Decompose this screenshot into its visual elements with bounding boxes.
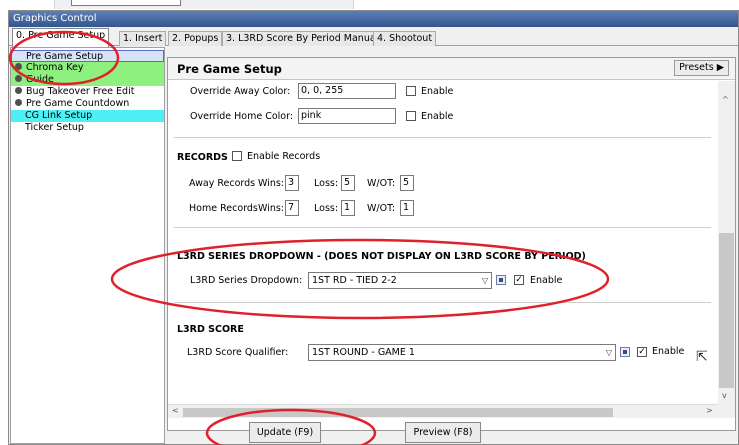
away-loss-label: Loss: [314,178,339,189]
vertical-scroll-thumb[interactable] [719,233,734,388]
away-wot-label: W/OT: [367,178,396,189]
score-heading: L3RD SCORE [177,324,244,335]
chevron-down-icon: ▽ [481,276,488,285]
away-color-enable-checkbox[interactable] [406,86,416,96]
horizontal-scrollbar[interactable]: < > [168,404,718,418]
divider [174,302,711,303]
sidebar-item-ticker-setup[interactable]: Ticker Setup [11,122,164,134]
chevron-down-icon: ▽ [605,348,612,357]
enable-records-checkbox[interactable] [232,151,242,161]
score-clear-icon[interactable] [620,347,630,357]
sidebar-item-cg-link-setup[interactable]: CG Link Setup [11,110,164,122]
home-color-enable-checkbox[interactable] [406,111,416,121]
override-away-color-input[interactable]: 0, 0, 255 [298,83,396,99]
sidebar-item-pre-game-countdown[interactable]: Pre Game Countdown [11,98,164,110]
away-wins-input[interactable]: 3 [285,175,299,191]
status-dot-icon [15,63,22,70]
home-wot-label: W/OT: [367,203,396,214]
background-window-fragment [54,0,354,9]
series-dropdown[interactable]: 1ST RD - TIED 2-2 ▽ [308,272,492,289]
panel-header: Pre Game Setup Presets ▶ [168,58,735,80]
enable-records-label: Enable Records [247,151,321,162]
tab-l3rd-score-by-period[interactable]: 3. L3RD Score By Period Manual [222,31,383,46]
series-dropdown-label: L3RD Series Dropdown: [190,275,303,286]
score-enable-label: Enable [652,346,685,357]
preview-button[interactable]: Preview (F8) [405,422,481,443]
score-qualifier-dropdown[interactable]: 1ST ROUND - GAME 1 ▽ [308,344,616,361]
divider [174,227,711,228]
home-wins-label: Wins: [258,203,284,214]
sidebar-item-label: Guide [26,74,54,85]
sidebar-item-chroma-key[interactable]: Chroma Key [11,62,164,74]
series-heading: L3RD SERIES DROPDOWN - (DOES NOT DISPLAY… [177,251,586,262]
override-away-color-label: Override Away Color: [190,86,291,97]
series-enable-label: Enable [530,275,563,286]
divider [174,137,711,138]
sidebar-item-label: Chroma Key [26,62,84,73]
away-wot-input[interactable]: 5 [400,175,414,191]
panel-title: Pre Game Setup [177,62,282,76]
horizontal-scroll-thumb[interactable] [183,408,613,417]
sidebar-item-label: Ticker Setup [25,122,84,133]
presets-label: Presets [679,62,714,73]
sidebar-item-label: Pre Game Setup [26,51,104,62]
scroll-down-icon[interactable]: v [722,391,727,400]
records-heading: RECORDS [177,152,228,163]
settings-panel: Pre Game Setup Presets ▶ Override Away C… [167,57,736,431]
sidebar-item-bug-takeover[interactable]: Bug Takeover Free Edit [11,86,164,98]
away-records-label: Away Records [189,178,256,189]
mouse-cursor-icon: ⇱ [696,349,708,365]
window-title: Graphics Control [13,13,97,24]
score-qualifier-label: L3RD Score Qualifier: [187,347,289,358]
series-dropdown-value: 1ST RD - TIED 2-2 [312,275,397,286]
tab-bar: 1. Insert 2. Popups 3. L3RD Score By Per… [9,27,738,47]
sidebar-item-label: Pre Game Countdown [26,98,130,109]
background-field-fragment [71,0,181,6]
scroll-left-icon[interactable]: < [172,406,179,415]
status-dot-icon [15,87,22,94]
score-enable-checkbox[interactable]: ✓ [637,347,647,357]
home-wins-input[interactable]: 7 [285,200,299,216]
tab-shootout[interactable]: 4. Shootout [373,31,437,46]
home-loss-label: Loss: [314,203,339,214]
sidebar-item-label: CG Link Setup [25,110,93,121]
away-wins-label: Wins: [258,178,284,189]
home-color-enable-label: Enable [421,111,454,122]
override-home-color-label: Override Home Color: [190,111,294,122]
home-wot-input[interactable]: 1 [400,200,414,216]
status-dot-icon [15,99,22,106]
scroll-corner [718,404,735,418]
scroll-right-icon[interactable]: > [706,406,713,415]
sidebar-item-label: Bug Takeover Free Edit [26,86,135,97]
status-dot-icon [15,75,22,82]
series-clear-icon[interactable] [496,275,506,285]
tab-pre-game-setup[interactable]: 0. Pre Game Setup [12,28,110,47]
override-home-color-input[interactable]: pink [298,108,396,124]
presets-button[interactable]: Presets ▶ [674,60,729,76]
vertical-scrollbar[interactable]: ^ v [718,81,735,404]
home-loss-input[interactable]: 1 [341,200,355,216]
play-arrow-icon: ▶ [716,62,724,73]
tab-popups[interactable]: 2. Popups [168,31,223,46]
sidebar-item-pre-game-setup[interactable]: Pre Game Setup [11,50,164,62]
away-loss-input[interactable]: 5 [341,175,355,191]
scroll-up-icon[interactable]: ^ [722,95,729,104]
graphics-control-window: Graphics Control 1. Insert 2. Popups 3. … [8,10,739,445]
update-button[interactable]: Update (F9) [249,422,321,443]
tab-insert[interactable]: 1. Insert [119,31,167,46]
away-color-enable-label: Enable [421,86,454,97]
home-records-label: Home Records [189,203,258,214]
scroll-content: Override Away Color: 0, 0, 255 Enable Ov… [168,81,718,404]
sidebar-item-guide[interactable]: Guide [11,74,164,86]
series-enable-checkbox[interactable]: ✓ [514,275,524,285]
sidebar-list: Pre Game Setup Chroma Key Guide Bug Take… [10,47,165,444]
score-qualifier-value: 1ST ROUND - GAME 1 [312,347,415,358]
title-bar: Graphics Control [9,11,738,27]
